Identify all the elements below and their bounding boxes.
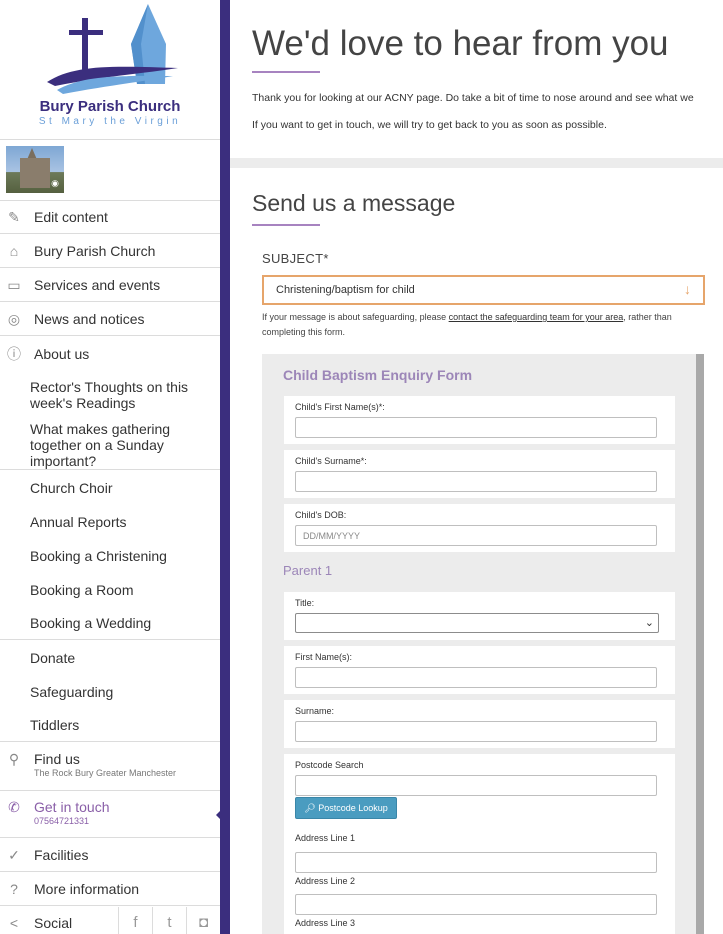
form-scrollbar[interactable] <box>696 354 704 934</box>
check-circle-icon: ✓ <box>8 847 20 863</box>
sidebar-subitem-choir[interactable]: Church Choir <box>0 471 220 504</box>
sidebar-item-services-events[interactable]: ▭ Services and events <box>0 269 220 302</box>
address-fields: Postcode Search 🔎︎ Postcode Lookup Addre… <box>284 754 675 934</box>
subject-selected-value: Christening/baptism for child <box>276 284 415 296</box>
sidebar-subitem-christening[interactable]: Booking a Christening <box>0 539 220 572</box>
phone-icon: ✆ <box>8 799 20 815</box>
share-icon: < <box>9 915 19 931</box>
eye-icon: ◉ <box>51 178 59 188</box>
question-circle-icon: ? <box>10 881 18 897</box>
sidebar-subitem-donate[interactable]: Donate <box>0 641 220 674</box>
sidebar-item-home[interactable]: ⌂ Bury Parish Church <box>0 235 220 268</box>
parent-title-select[interactable]: ⌄ <box>295 613 659 633</box>
search-icon: 🔎︎ <box>304 803 316 813</box>
sidebar-subitem-gathering[interactable]: What makes gathering together on a Sunda… <box>0 420 220 470</box>
child-dob-input[interactable]: DD/MM/YYYY <box>295 525 657 546</box>
child-surname-field: Child's Surname*: <box>284 450 675 498</box>
parent-first-name-input[interactable] <box>295 667 657 688</box>
church-logo[interactable]: Bury Parish Church St Mary the Virgin <box>0 0 220 140</box>
calendar-icon: ▭ <box>7 277 21 293</box>
church-name: Bury Parish Church <box>39 98 181 115</box>
church-photo-thumbnail[interactable]: ◉ <box>6 146 64 193</box>
intro-text: Thank you for looking at our ACNY page. … <box>252 92 694 104</box>
sidebar-item-social: < Social f t ◘ <box>0 907 220 934</box>
sidebar-item-facilities[interactable]: ✓ Facilities <box>0 839 220 872</box>
child-surname-input[interactable] <box>295 471 657 492</box>
safeguarding-team-link[interactable]: contact the safeguarding team for your a… <box>449 312 624 322</box>
location-pin-icon: ⚲ <box>8 751 20 767</box>
sidebar-item-label: Edit content <box>34 209 108 225</box>
church-subtitle: St Mary the Virgin <box>38 116 182 127</box>
postcode-input[interactable] <box>295 775 657 796</box>
parent-surname-input[interactable] <box>295 721 657 742</box>
section-underline <box>252 224 320 226</box>
page-title: We'd love to hear from you <box>252 24 669 63</box>
hero-section: We'd love to hear from you Thank you for… <box>230 0 723 158</box>
sidebar-subitem-rectors-thoughts[interactable]: Rector's Thoughts on this week's Reading… <box>0 371 220 419</box>
sidebar-item-label: About us <box>34 345 90 362</box>
sidebar-subitem-safeguarding[interactable]: Safeguarding <box>0 675 220 708</box>
sidebar-subitem-wedding[interactable]: Booking a Wedding <box>0 607 220 640</box>
sidebar-item-label: Services and events <box>34 277 161 293</box>
sidebar-item-news[interactable]: ◎ News and notices <box>0 303 220 336</box>
parent-heading: Parent 1 <box>283 563 333 578</box>
sidebar-item-find-us[interactable]: ⚲ Find us The Rock Bury Greater Manchest… <box>0 743 220 791</box>
child-first-name-field: Child's First Name(s)*: <box>284 396 675 444</box>
pencil-icon: ✎ <box>8 209 20 225</box>
facebook-icon[interactable]: f <box>118 907 152 934</box>
info-icon: ⓘ <box>7 345 21 362</box>
broadcast-icon: ◎ <box>7 311 21 327</box>
sidebar-item-more-information[interactable]: ? More information <box>0 873 220 906</box>
sidebar-item-label: Bury Parish Church <box>34 243 156 259</box>
sidebar-accent-stripe <box>220 0 230 934</box>
parent-surname-field: Surname: <box>284 700 675 748</box>
form-title: Child Baptism Enquiry Form <box>283 367 473 383</box>
parent-title-field: Title: ⌄ <box>284 592 675 640</box>
safeguarding-note: If your message is about safeguarding, p… <box>262 312 672 337</box>
sidebar-subitem-room[interactable]: Booking a Room <box>0 573 220 606</box>
twitter-icon[interactable]: t <box>152 907 186 934</box>
title-underline <box>252 71 320 73</box>
baptism-enquiry-form: Child Baptism Enquiry Form Child's First… <box>262 354 704 934</box>
sidebar-subitem-annual-reports[interactable]: Annual Reports <box>0 505 220 538</box>
section-title: Send us a message <box>252 190 456 216</box>
sidebar-item-get-in-touch[interactable]: ✆ Get in touch 07564721331 <box>0 792 222 838</box>
contact-text: If you want to get in touch, we will try… <box>252 119 607 131</box>
sidebar-item-about-us[interactable]: ⓘ About us <box>0 337 220 370</box>
subject-label: SUBJECT* <box>262 251 329 266</box>
address-line-1-input[interactable] <box>295 852 657 873</box>
child-first-name-input[interactable] <box>295 417 657 438</box>
message-section: Send us a message SUBJECT* Christening/b… <box>230 168 723 934</box>
sidebar: Bury Parish Church St Mary the Virgin ◉ … <box>0 0 222 934</box>
parent-first-name-field: First Name(s): <box>284 646 675 694</box>
sidebar-subitem-tiddlers[interactable]: Tiddlers <box>0 709 220 742</box>
chevron-down-icon: ⌄ <box>644 617 654 629</box>
sidebar-item-label: News and notices <box>34 311 145 327</box>
instagram-icon[interactable]: ◘ <box>186 907 220 934</box>
church-logo-icon <box>47 4 178 94</box>
postcode-lookup-button[interactable]: 🔎︎ Postcode Lookup <box>295 797 397 819</box>
arrow-down-icon: ↓ <box>684 281 691 297</box>
page: Bury Parish Church St Mary the Virgin ◉ … <box>0 0 723 934</box>
subject-select[interactable]: Christening/baptism for child ↓ <box>262 275 705 305</box>
address-line-2-input[interactable] <box>295 894 657 915</box>
sidebar-item-edit-content[interactable]: ✎ Edit content <box>0 201 220 234</box>
child-dob-field: Child's DOB: DD/MM/YYYY <box>284 504 675 552</box>
home-icon: ⌂ <box>9 243 19 259</box>
